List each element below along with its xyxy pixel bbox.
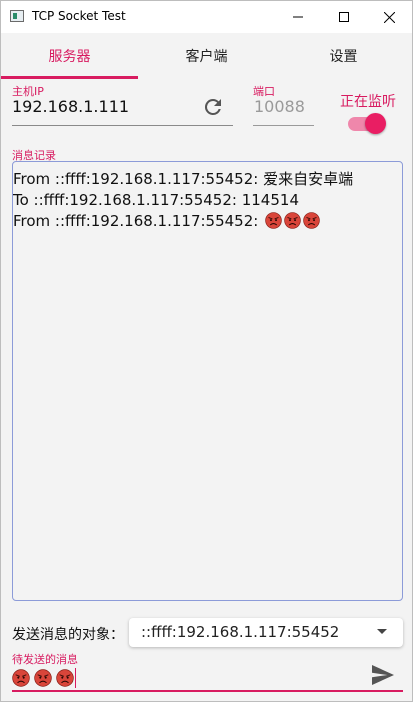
host-ip-field[interactable]: 192.168.1.111 bbox=[12, 97, 129, 116]
outgoing-message-label: 待发送的消息 bbox=[12, 653, 78, 666]
minimize-button[interactable] bbox=[275, 1, 321, 33]
log-line: From ::ffff:192.168.1.117:55452: 爱来自安卓端 bbox=[13, 169, 402, 190]
message-underline bbox=[12, 690, 403, 692]
pouting-face-emoji-icon bbox=[56, 669, 74, 687]
chevron-down-icon bbox=[377, 629, 387, 634]
log-emoji-group bbox=[263, 212, 320, 230]
send-icon bbox=[372, 665, 394, 685]
title-bar: TCP Socket Test bbox=[1, 1, 412, 33]
pouting-face-emoji-icon bbox=[303, 212, 320, 229]
port-field[interactable]: 10088 bbox=[254, 97, 305, 116]
log-line-text: From ::ffff:192.168.1.117:55452: 爱来自安卓端 bbox=[13, 170, 354, 188]
window-title: TCP Socket Test bbox=[32, 9, 126, 23]
pouting-face-emoji-icon bbox=[265, 212, 282, 229]
close-button[interactable] bbox=[366, 1, 412, 33]
message-emoji-group bbox=[12, 669, 74, 687]
tab-settings[interactable]: 设置 bbox=[275, 33, 412, 79]
app-icon bbox=[10, 10, 24, 22]
listen-toggle[interactable] bbox=[346, 112, 388, 136]
refresh-icon bbox=[204, 98, 221, 115]
log-line-text: To ::ffff:192.168.1.117:55452: 114514 bbox=[13, 191, 299, 209]
app-window: TCP Socket Test 服务器 客户端 设置 主机IP 192.168.… bbox=[0, 0, 413, 702]
port-underline bbox=[253, 125, 314, 126]
message-log[interactable]: From ::ffff:192.168.1.117:55452: 爱来自安卓端 … bbox=[12, 161, 403, 601]
outgoing-message-input[interactable] bbox=[12, 667, 76, 689]
pouting-face-emoji-icon bbox=[12, 669, 30, 687]
tab-client[interactable]: 客户端 bbox=[138, 33, 275, 79]
tab-server[interactable]: 服务器 bbox=[1, 33, 138, 79]
send-target-label: 发送消息的对象： bbox=[12, 627, 124, 643]
maximize-icon bbox=[339, 12, 349, 22]
refresh-button[interactable] bbox=[201, 95, 225, 119]
listening-label: 正在监听 bbox=[340, 94, 396, 110]
log-line: To ::ffff:192.168.1.117:55452: 114514 bbox=[13, 190, 402, 211]
log-line: From ::ffff:192.168.1.117:55452: bbox=[13, 211, 402, 232]
send-button[interactable] bbox=[371, 664, 395, 686]
text-cursor bbox=[75, 668, 76, 688]
send-target-value: ::ffff:192.168.1.117:55452 bbox=[141, 623, 340, 641]
send-target-select[interactable]: ::ffff:192.168.1.117:55452 bbox=[129, 618, 403, 647]
close-icon bbox=[383, 11, 395, 23]
toggle-thumb bbox=[365, 113, 386, 134]
minimize-icon bbox=[293, 16, 303, 18]
tab-bar: 服务器 客户端 设置 bbox=[1, 33, 412, 79]
maximize-button[interactable] bbox=[321, 1, 367, 33]
host-ip-underline bbox=[12, 125, 233, 126]
log-line-text: From ::ffff:192.168.1.117:55452: bbox=[13, 212, 264, 230]
active-tab-indicator bbox=[1, 76, 138, 79]
pouting-face-emoji-icon bbox=[34, 669, 52, 687]
pouting-face-emoji-icon bbox=[284, 212, 301, 229]
